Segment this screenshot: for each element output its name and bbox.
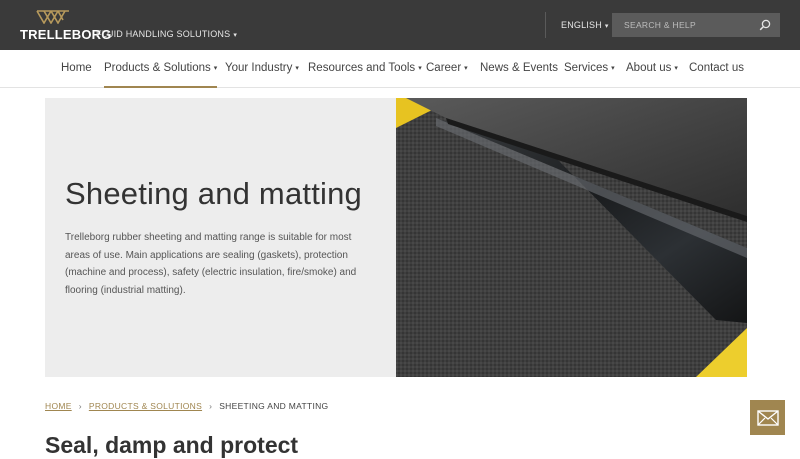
nav-item-about-us[interactable]: About us ▾ (626, 62, 678, 74)
chevron-down-icon: ▾ (233, 32, 238, 39)
nav-item-products-solutions[interactable]: Products & Solutions ▾ (104, 62, 218, 88)
chevron-down-icon: ▾ (418, 65, 422, 72)
hero-description: Trelleborg rubber sheeting and matting r… (65, 232, 357, 296)
trelleborg-logo[interactable]: TRELLEBORG (20, 10, 111, 42)
breadcrumb-home-link[interactable]: HOME (45, 401, 72, 411)
nav-item-contact-us[interactable]: Contact us (689, 62, 744, 74)
nav-item-label: Resources and Tools (308, 62, 416, 74)
breadcrumb-separator: › (209, 401, 213, 411)
nav-item-label: Home (61, 62, 92, 74)
breadcrumb-current: SHEETING AND MATTING (219, 401, 329, 411)
nav-item-label: Services (564, 62, 609, 74)
contact-button[interactable] (750, 400, 785, 435)
language-selector[interactable]: ENGLISH ▾ (561, 20, 609, 30)
nav-item-home[interactable]: Home (61, 62, 92, 74)
nav-item-label: Your Industry (225, 62, 293, 74)
trelleborg-crown-icon (36, 10, 69, 24)
nav-item-resources-tools[interactable]: Resources and Tools ▾ (308, 62, 422, 74)
nav-item-services[interactable]: Services ▾ (564, 62, 615, 74)
chevron-down-icon: ▾ (674, 65, 678, 72)
divider (545, 12, 546, 38)
page-title: Sheeting and matting (65, 176, 362, 211)
rubber-sheets-illustration (396, 98, 747, 377)
nav-item-your-industry[interactable]: Your Industry ▾ (225, 62, 299, 74)
chevron-down-icon: ▾ (464, 65, 468, 72)
section-title: Seal, damp and protect (45, 432, 299, 458)
search-icon (759, 19, 771, 31)
nav-item-career[interactable]: Career ▾ (426, 62, 468, 74)
nav-item-news-events[interactable]: News & Events (480, 62, 558, 74)
search-box (612, 13, 780, 37)
nav-item-label: Career (426, 62, 462, 74)
chevron-down-icon: ▾ (295, 65, 299, 72)
hero-image-rubber-sheets (396, 98, 747, 377)
nav-item-label: About us (626, 62, 672, 74)
top-bar: TRELLEBORG FLUID HANDLING SOLUTIONS ▾ ENG… (0, 0, 800, 50)
breadcrumb-products-link[interactable]: PRODUCTS & SOLUTIONS (89, 401, 202, 411)
chevron-down-icon: ▾ (611, 65, 615, 72)
nav-item-label: Products & Solutions (104, 62, 211, 74)
nav-item-label: Contact us (689, 62, 744, 74)
main-nav: Home Products & Solutions ▾ Your Industry… (0, 50, 800, 88)
language-label: ENGLISH (561, 20, 602, 30)
breadcrumb: HOME › PRODUCTS & SOLUTIONS › SHEETING AND M… (45, 401, 328, 411)
division-selector[interactable]: FLUID HANDLING SOLUTIONS ▾ (96, 29, 237, 39)
search-input[interactable] (612, 13, 752, 37)
breadcrumb-separator: › (78, 401, 82, 411)
hero-banner: Sheeting and matting Trelleborg rubber s… (45, 98, 747, 377)
nav-item-label: News & Events (480, 62, 558, 74)
envelope-icon (756, 409, 779, 426)
hero-text-panel: Sheeting and matting Trelleborg rubber s… (45, 98, 396, 377)
chevron-down-icon: ▾ (604, 23, 609, 30)
chevron-down-icon: ▾ (213, 65, 218, 72)
search-button[interactable] (750, 13, 780, 37)
division-label: FLUID HANDLING SOLUTIONS (96, 29, 231, 39)
